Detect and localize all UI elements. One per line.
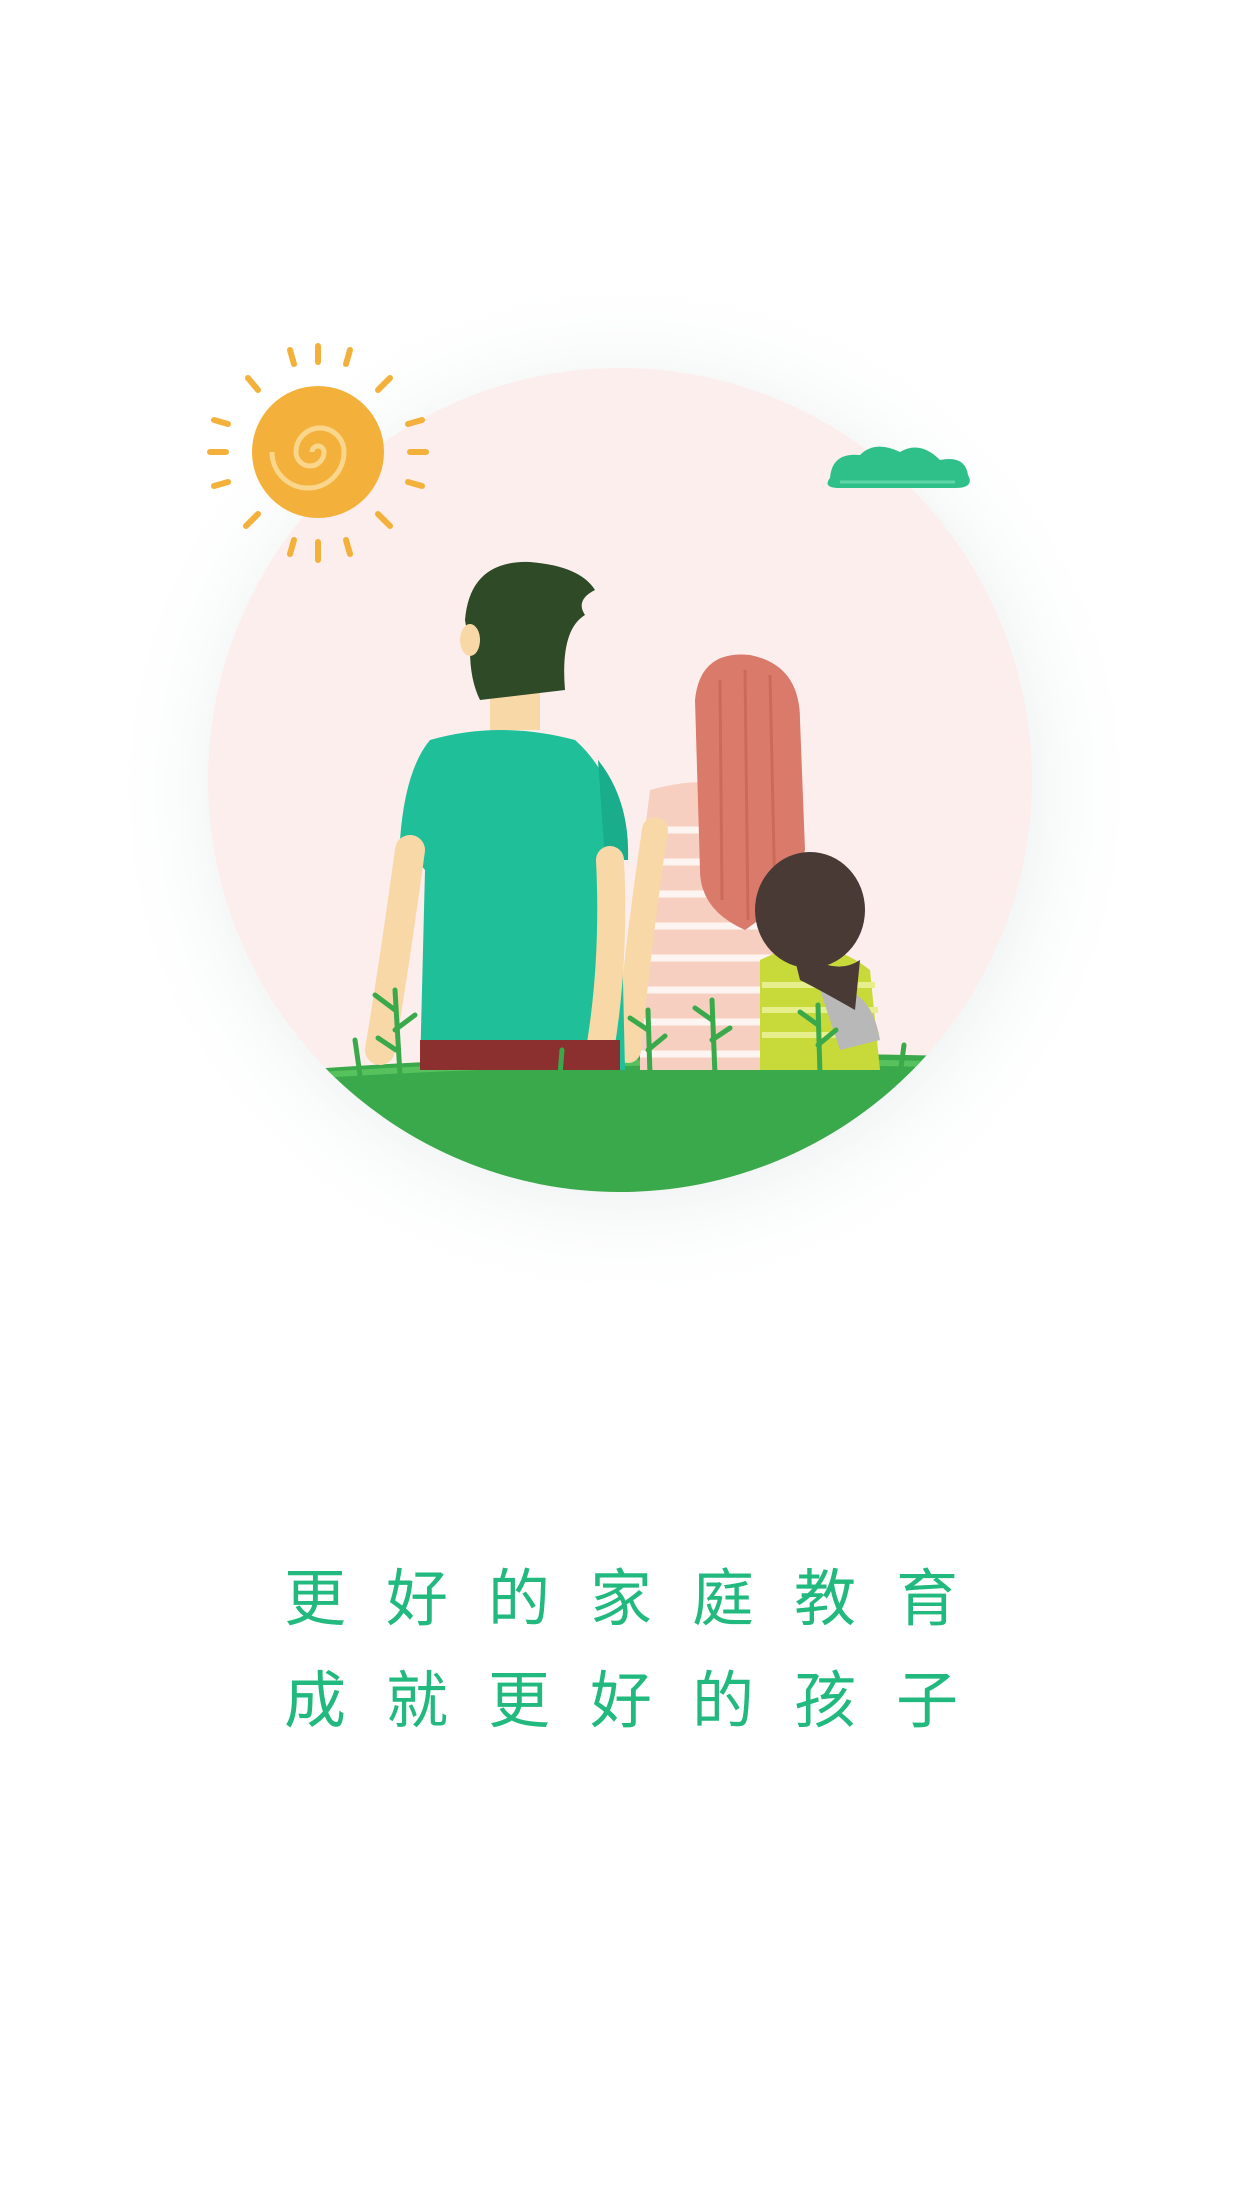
family-illustration: [105, 270, 1145, 1310]
splash-screen: 更好的家庭教育 成就更好的孩子: [0, 0, 1242, 2208]
slogan-line-2: 成就更好的孩子: [283, 1664, 998, 1737]
slogan-line-1: 更好的家庭教育: [283, 1562, 998, 1635]
